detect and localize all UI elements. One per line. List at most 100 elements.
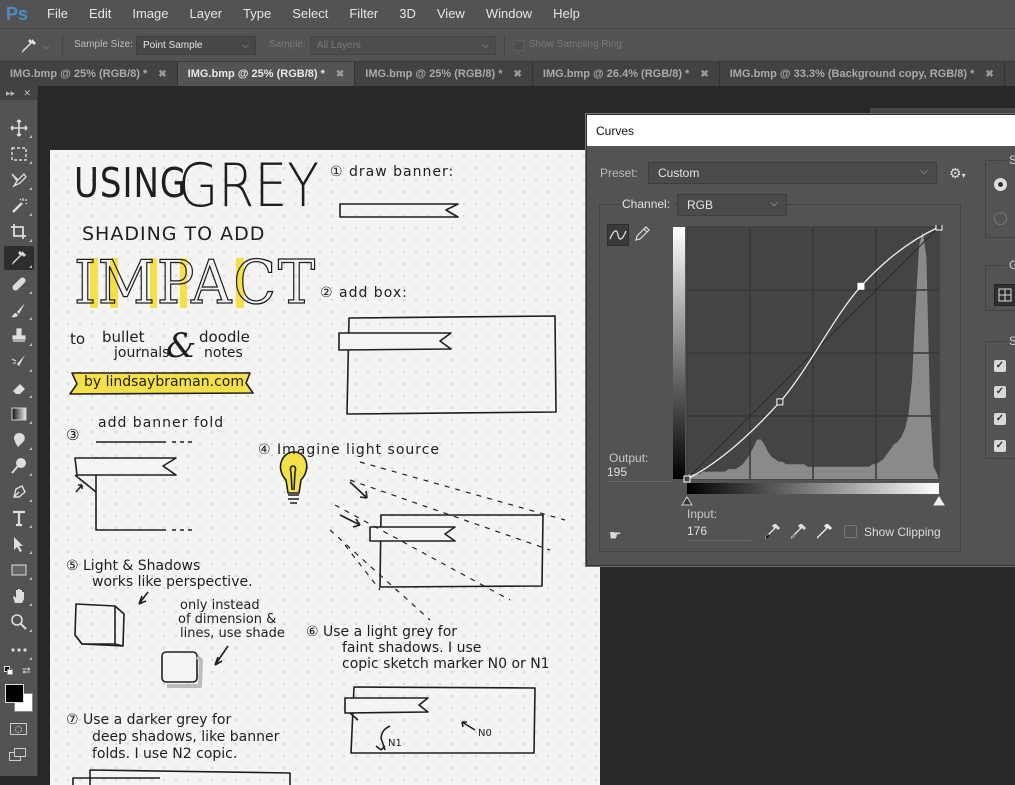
menu-window[interactable]: Window bbox=[475, 0, 542, 28]
document-tab[interactable]: IMG.bmp @ 25% (RGB/8) * ✖ bbox=[177, 62, 356, 86]
brush-tool[interactable] bbox=[4, 298, 34, 322]
step7-line1: ⑦ Use a darker grey for bbox=[66, 712, 232, 728]
type-tool[interactable] bbox=[4, 506, 34, 530]
channel-select[interactable]: RGB ⌵ bbox=[677, 194, 787, 216]
radio-light[interactable] bbox=[994, 178, 1007, 191]
rectangle-tool[interactable] bbox=[4, 558, 34, 582]
subtitle-doodle: doodle bbox=[199, 328, 250, 346]
lasso-tool[interactable] bbox=[4, 168, 34, 192]
white-point-slider[interactable] bbox=[933, 496, 945, 506]
pencil-icon bbox=[635, 226, 650, 241]
magic-wand-tool[interactable] bbox=[4, 194, 34, 218]
close-tab-icon[interactable]: ✖ bbox=[985, 69, 993, 80]
radio-pigment[interactable] bbox=[994, 212, 1007, 225]
flyout-indicator-icon bbox=[29, 657, 32, 660]
sample-size-select[interactable]: Point Sample ⌵ bbox=[136, 36, 256, 55]
close-icon[interactable]: ✕ bbox=[23, 86, 31, 100]
move-tool[interactable] bbox=[4, 116, 34, 140]
more-tools-tool[interactable] bbox=[4, 638, 34, 662]
curves-graph[interactable] bbox=[673, 225, 945, 515]
menu-3d[interactable]: 3D bbox=[388, 0, 426, 28]
close-tab-icon[interactable]: ✖ bbox=[700, 69, 708, 80]
path-selection-tool[interactable] bbox=[4, 532, 34, 556]
collapse-icon[interactable]: ▸▸ bbox=[6, 86, 15, 100]
step4-text: ④ Imagine light source bbox=[258, 442, 441, 458]
hand-tool[interactable] bbox=[4, 584, 34, 608]
title-using: USING bbox=[74, 160, 188, 208]
clone-stamp-tool[interactable] bbox=[4, 324, 34, 348]
crop-tool[interactable] bbox=[4, 220, 34, 244]
menu-select[interactable]: Select bbox=[281, 0, 338, 28]
input-field[interactable]: 176 bbox=[687, 524, 751, 541]
show-baseline-checkbox[interactable]: ✓ bbox=[994, 386, 1006, 398]
foreground-color-swatch[interactable] bbox=[5, 684, 24, 703]
close-tab-icon[interactable]: ✖ bbox=[158, 69, 166, 80]
marquee-tool[interactable] bbox=[4, 142, 34, 166]
tool-preset-picker[interactable]: ⌵ bbox=[20, 36, 54, 56]
close-tab-icon[interactable]: ✖ bbox=[514, 69, 522, 80]
menu-type[interactable]: Type bbox=[232, 0, 281, 28]
blur-tool[interactable] bbox=[4, 428, 34, 452]
grid-4x4-button[interactable] bbox=[994, 284, 1015, 306]
step5-line1: ⑤ Light & Shadows bbox=[66, 558, 201, 574]
dodge-icon bbox=[11, 458, 26, 474]
curve-control-point[interactable] bbox=[683, 475, 691, 483]
target-adjustment-tool-icon[interactable]: ☛ bbox=[609, 527, 622, 544]
menu-edit[interactable]: Edit bbox=[78, 0, 121, 28]
blur-icon bbox=[14, 433, 25, 447]
sample-select[interactable]: All Layers ⌵ bbox=[310, 36, 496, 55]
black-point-slider[interactable] bbox=[681, 496, 693, 506]
document-tab[interactable]: U bbox=[1005, 62, 1015, 86]
close-tab-icon[interactable]: ✖ bbox=[336, 69, 344, 80]
show-sampling-ring-checkbox[interactable] bbox=[513, 40, 524, 51]
healing-brush-tool[interactable] bbox=[4, 272, 34, 296]
preset-select[interactable]: Custom ⌵ bbox=[648, 162, 937, 184]
black-point-eyedropper[interactable] bbox=[763, 523, 781, 546]
flyout-indicator-icon bbox=[29, 343, 32, 346]
flyout-indicator-icon bbox=[29, 551, 32, 554]
curve-point-mode-button[interactable] bbox=[607, 224, 629, 246]
menu-help[interactable]: Help bbox=[542, 0, 590, 28]
menu-layer[interactable]: Layer bbox=[179, 0, 233, 28]
show-clipping-checkbox[interactable] bbox=[844, 525, 857, 538]
screen-mode-icon[interactable] bbox=[9, 748, 29, 762]
gradient-tool[interactable] bbox=[4, 402, 34, 426]
dodge-tool[interactable] bbox=[4, 454, 34, 478]
curve-control-point[interactable] bbox=[857, 282, 865, 290]
output-field[interactable]: 195 bbox=[607, 465, 671, 482]
gear-icon[interactable]: ⚙▾ bbox=[949, 165, 966, 182]
subtitle-bullet: bullet bbox=[102, 328, 145, 346]
step5-line2: works like perspective. bbox=[92, 574, 253, 590]
zoom-tool[interactable] bbox=[4, 610, 34, 634]
swap-colors-icon[interactable]: ⮂ bbox=[22, 665, 31, 678]
eraser-tool[interactable] bbox=[4, 376, 34, 400]
white-point-eyedropper[interactable] bbox=[815, 523, 833, 546]
document-tab[interactable]: IMG.bmp @ 26.4% (RGB/8) * ✖ bbox=[533, 62, 720, 86]
document-tab[interactable]: IMG.bmp @ 33.3% (Background copy, RGB/8)… bbox=[720, 62, 1005, 86]
document-tab[interactable]: IMG.bmp @ 25% (RGB/8) * ✖ bbox=[355, 62, 533, 86]
document-canvas[interactable]: USING GREY SHADING TO ADD IMPACT to bull… bbox=[50, 150, 600, 785]
quick-mask-icon[interactable] bbox=[10, 723, 27, 735]
subtitle-notes: notes bbox=[204, 345, 243, 361]
gray-point-eyedropper[interactable] bbox=[789, 523, 807, 546]
menu-view[interactable]: View bbox=[426, 0, 475, 28]
menu-file[interactable]: File bbox=[36, 0, 78, 28]
pen-tool[interactable] bbox=[4, 480, 34, 504]
default-colors-icon[interactable] bbox=[4, 666, 13, 675]
menu-image[interactable]: Image bbox=[121, 0, 178, 28]
show-intersection-checkbox[interactable]: ✓ bbox=[994, 440, 1006, 452]
show-histogram-checkbox[interactable]: ✓ bbox=[994, 413, 1006, 425]
menu-filter[interactable]: Filter bbox=[338, 0, 388, 28]
history-brush-tool[interactable] bbox=[4, 350, 34, 374]
flyout-indicator-icon bbox=[29, 187, 32, 190]
eyedropper-tool[interactable] bbox=[4, 246, 34, 270]
tools-panel-header: ▸▸ ✕ bbox=[0, 86, 37, 100]
document-tab[interactable]: IMG.bmp @ 25% (RGB/8) * ✖ bbox=[0, 62, 178, 86]
chevron-down-icon: ⌵ bbox=[242, 40, 249, 50]
pencil-mode-button[interactable] bbox=[633, 225, 653, 245]
title-shading: SHADING TO ADD bbox=[82, 223, 266, 245]
show-channel-overlays-checkbox[interactable]: ✓ bbox=[994, 360, 1006, 372]
curve-control-point[interactable] bbox=[776, 398, 784, 406]
curve-control-point[interactable] bbox=[935, 225, 943, 231]
step6-line1: ⑥ Use a light grey for bbox=[306, 624, 458, 640]
